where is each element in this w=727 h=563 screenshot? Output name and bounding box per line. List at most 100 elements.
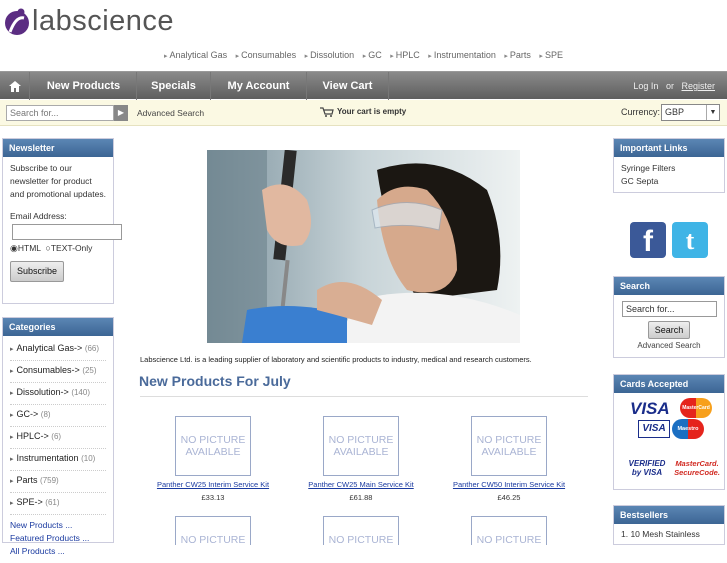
mastercard-logo: MasterCard <box>680 398 712 418</box>
category-label: Parts <box>16 475 38 485</box>
tab-view-cart[interactable]: View Cart <box>307 72 389 100</box>
no-picture-placeholder[interactable]: NO PICTURE AVAILABLE <box>175 516 251 545</box>
category-label: SPE-> <box>16 497 43 507</box>
or-text: or <box>665 81 674 91</box>
divider <box>140 396 588 397</box>
newsletter-text: Subscribe to our newsletter for product … <box>10 163 106 199</box>
category-item[interactable]: SPE-> (61) <box>10 493 106 515</box>
category-item[interactable]: Instrumentation (10) <box>10 449 106 471</box>
top-link[interactable]: HPLC <box>390 50 420 60</box>
top-link[interactable]: Consumables <box>236 50 297 60</box>
category-item[interactable]: Parts (759) <box>10 471 106 493</box>
category-count: (759) <box>40 476 59 485</box>
radio-text-label: TEXT-Only <box>50 243 93 253</box>
category-count: (66) <box>84 344 100 353</box>
no-picture-placeholder[interactable]: NO PICTURE AVAILABLE <box>471 416 547 476</box>
category-item[interactable]: Dissolution-> (140) <box>10 383 106 405</box>
page-title: New Products For July <box>139 373 291 389</box>
home-button[interactable] <box>0 72 30 100</box>
category-count: (10) <box>81 454 96 463</box>
category-label: HPLC-> <box>16 431 49 441</box>
tab-new-products[interactable]: New Products <box>31 72 137 100</box>
no-picture-placeholder[interactable]: NO PICTURE AVAILABLE <box>471 516 547 545</box>
top-link[interactable]: Dissolution <box>305 50 355 60</box>
header-search-input[interactable]: Search for... <box>6 105 114 121</box>
right-advanced-search-link[interactable]: Advanced Search <box>614 341 724 350</box>
logo[interactable]: labscience <box>4 4 174 38</box>
no-picture-placeholder[interactable]: NO PICTURE AVAILABLE <box>175 416 251 476</box>
product-card: NO PICTURE AVAILABLE Panther CW25 Interi… <box>143 416 283 502</box>
cart-status-text: Your cart is empty <box>337 107 407 117</box>
product-card: NO PICTURE AVAILABLE Panther CW50 Interi… <box>439 416 579 502</box>
radio-html-label: HTML <box>17 243 41 253</box>
product-price: £46.25 <box>497 493 521 502</box>
cards-accepted-box: Cards Accepted VISA MasterCard VISA Maes… <box>613 374 725 490</box>
category-label: Dissolution-> <box>16 387 69 397</box>
bestseller-item[interactable]: 1. 10 Mesh Stainless <box>621 528 717 541</box>
right-search-button[interactable]: Search <box>647 321 691 339</box>
cards-accepted-title: Cards Accepted <box>614 375 724 393</box>
category-label: GC-> <box>16 409 39 419</box>
all-products-link[interactable]: All Products ... <box>10 546 65 556</box>
important-links-title: Important Links <box>614 139 724 157</box>
currency-select[interactable]: GBP ▼ <box>661 104 720 121</box>
tab-my-account[interactable]: My Account <box>211 72 307 100</box>
advanced-search-link[interactable]: Advanced Search <box>137 108 204 118</box>
important-links-box: Important Links Syringe Filters GC Septa <box>613 138 725 193</box>
product-card: NO PICTURE AVAILABLE <box>291 516 431 545</box>
no-picture-placeholder[interactable]: NO PICTURE AVAILABLE <box>323 416 399 476</box>
top-link[interactable]: Instrumentation <box>428 50 496 60</box>
visa-logo: VISA <box>630 399 670 418</box>
maestro-logo: Maestro <box>672 419 704 439</box>
right-search-title: Search <box>614 277 724 295</box>
hero-image <box>207 150 520 343</box>
important-link[interactable]: Syringe Filters <box>621 162 717 175</box>
product-name-link[interactable]: Panther CW25 Interim Service Kit <box>143 480 283 489</box>
category-count: (8) <box>40 410 51 419</box>
product-card: NO PICTURE AVAILABLE <box>143 516 283 545</box>
category-label: Instrumentation <box>16 453 79 463</box>
category-item[interactable]: Analytical Gas-> (66) <box>10 339 106 361</box>
product-name-link[interactable]: Panther CW25 Main Service Kit <box>291 480 431 489</box>
facebook-icon[interactable]: f <box>630 222 666 258</box>
category-item[interactable]: GC-> (8) <box>10 405 106 427</box>
category-item[interactable]: HPLC-> (6) <box>10 427 106 449</box>
newsletter-email-field[interactable] <box>12 224 122 240</box>
category-count: (140) <box>71 388 90 397</box>
subscribe-button[interactable]: Subscribe <box>10 261 65 282</box>
right-search-box: Search Search for... Search Advanced Sea… <box>613 276 725 358</box>
twitter-icon[interactable]: t <box>672 222 708 258</box>
utility-bar: Search for... ▶ Advanced Search Your car… <box>0 100 727 126</box>
important-link[interactable]: GC Septa <box>621 175 717 188</box>
category-label: Analytical Gas-> <box>16 343 83 353</box>
top-link[interactable]: Parts <box>504 50 531 60</box>
category-count: (61) <box>45 498 60 507</box>
product-name-link[interactable]: Panther CW50 Interim Service Kit <box>439 480 579 489</box>
category-count: (25) <box>82 366 97 375</box>
top-link[interactable]: GC <box>363 50 382 60</box>
no-picture-placeholder[interactable]: NO PICTURE AVAILABLE <box>323 516 399 545</box>
top-link[interactable]: Analytical Gas <box>164 50 227 60</box>
top-link[interactable]: SPE <box>539 50 563 60</box>
newsletter-title: Newsletter <box>3 139 113 157</box>
product-price: £61.88 <box>349 493 373 502</box>
currency-label: Currency: <box>621 107 661 117</box>
product-card: NO PICTURE AVAILABLE <box>439 516 579 545</box>
new-products-link[interactable]: New Products ... <box>10 520 72 530</box>
product-price: £33.13 <box>201 493 225 502</box>
mastercard-securecode-logo: MasterCard. SecureCode. <box>674 459 720 477</box>
radio-html[interactable]: ◉ <box>10 243 18 253</box>
main-nav: New Products Specials My Account View Ca… <box>0 71 727 100</box>
tab-specials[interactable]: Specials <box>137 72 211 100</box>
right-search-input[interactable]: Search for... <box>622 301 717 317</box>
category-label: Consumables-> <box>16 365 80 375</box>
header-search-go-button[interactable]: ▶ <box>114 105 128 121</box>
cart-status[interactable]: Your cart is empty <box>320 107 406 117</box>
featured-products-link[interactable]: Featured Products ... <box>10 533 89 543</box>
category-item[interactable]: Consumables-> (25) <box>10 361 106 383</box>
verified-by-visa-logo: VERIFIED by VISA <box>628 459 666 477</box>
login-link[interactable]: Log In <box>633 81 658 91</box>
brand-name: labscience <box>32 4 175 37</box>
register-link[interactable]: Register <box>681 81 715 91</box>
cart-icon <box>320 107 334 117</box>
